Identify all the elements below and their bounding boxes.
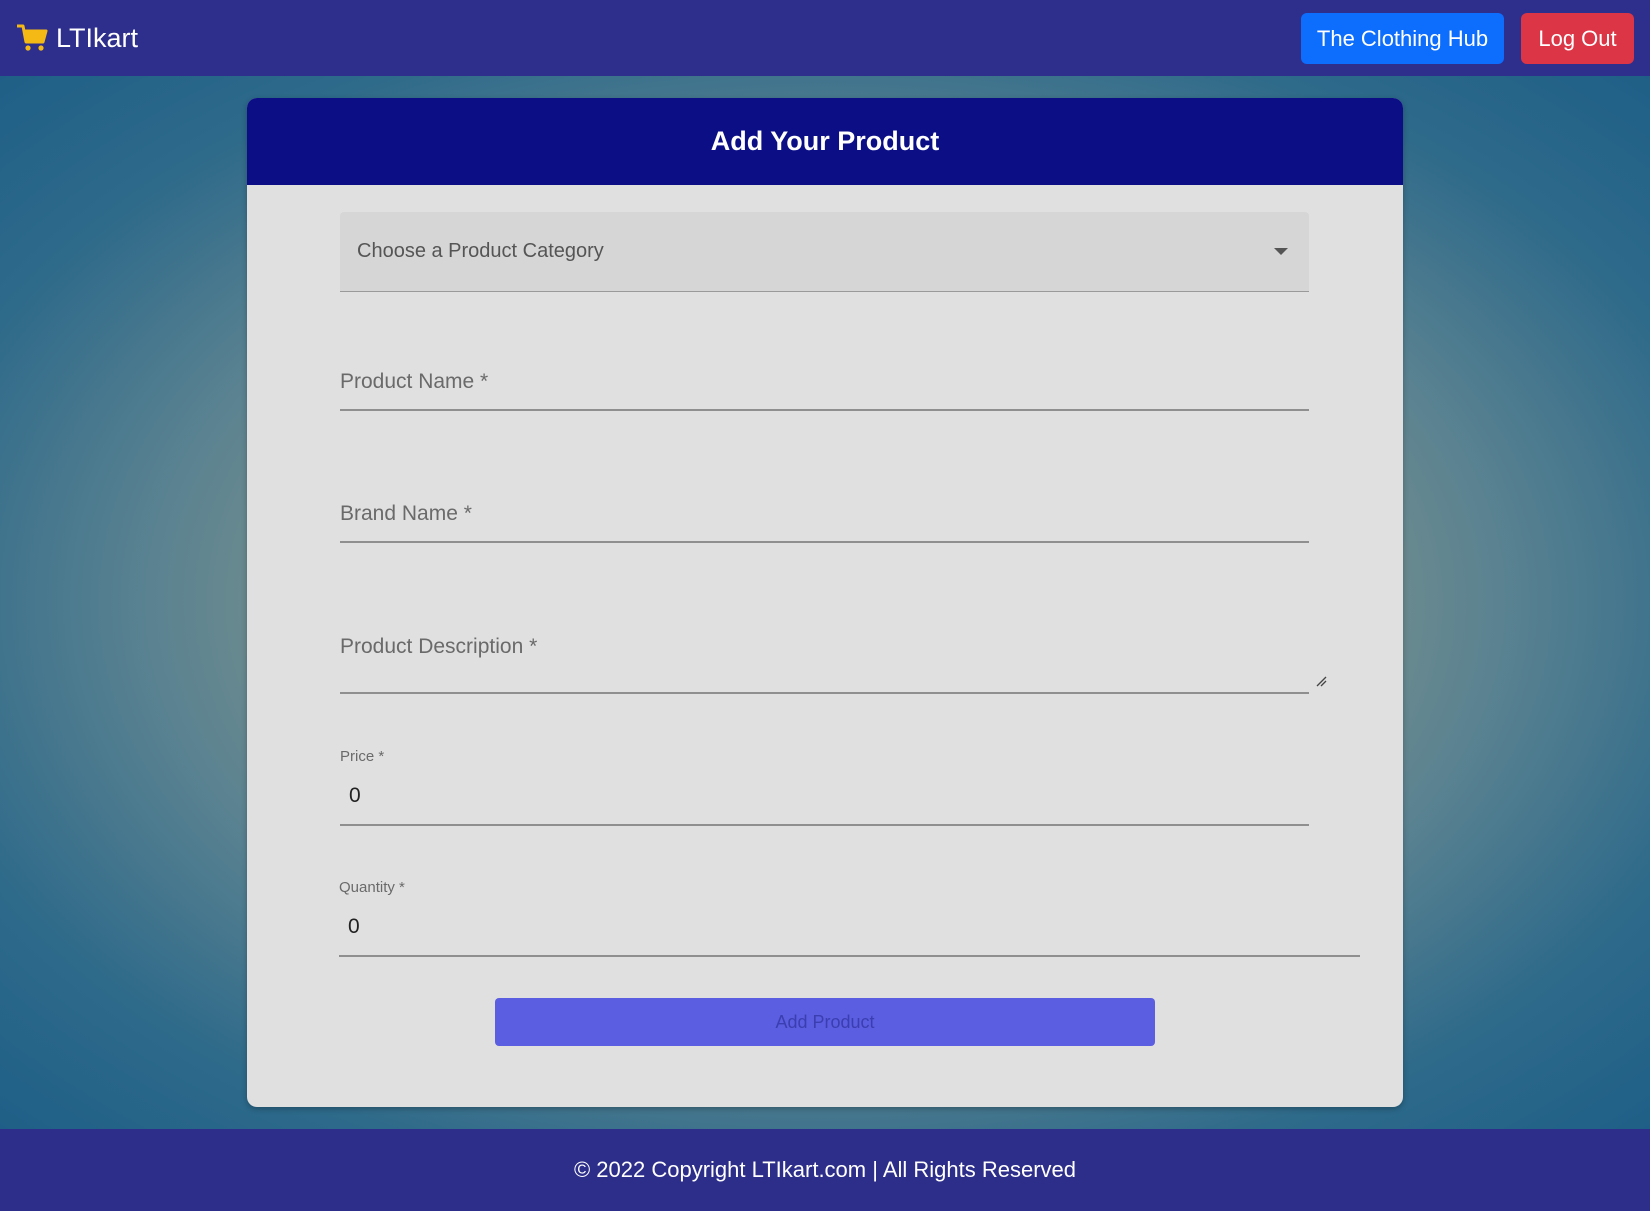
price-label: Price * <box>340 748 385 765</box>
shopping-cart-icon <box>17 24 48 51</box>
navbar: LTIkart The Clothing Hub Log Out <box>0 0 1650 76</box>
add-product-card: Add Your Product Choose a Product Catego… <box>247 98 1403 1107</box>
product-name-label: Product Name * <box>340 370 489 393</box>
quantity-input-value: 0 <box>348 915 360 938</box>
page-title: Add Your Product <box>710 126 940 156</box>
category-select-placeholder: Choose a Product Category <box>357 240 604 262</box>
logout-button[interactable]: Log Out <box>1521 13 1634 64</box>
footer: © 2022 Copyright LTIkart.com | All Right… <box>0 1129 1650 1211</box>
brand-name-label: Brand Name * <box>340 502 472 525</box>
quantity-label: Quantity * <box>339 879 405 896</box>
brand-name-field[interactable]: Brand Name * <box>340 490 1309 543</box>
category-select[interactable]: Choose a Product Category <box>340 212 1309 292</box>
chevron-down-icon <box>1274 248 1288 255</box>
resize-grip-icon[interactable] <box>1315 675 1327 687</box>
footer-copyright: © 2022 Copyright LTIkart.com | All Right… <box>573 1157 1077 1182</box>
brand-name: LTIkart <box>56 22 139 53</box>
main-content: Add Your Product Choose a Product Catego… <box>0 76 1650 1129</box>
product-description-label: Product Description * <box>340 635 538 658</box>
price-input-value: 0 <box>349 784 361 807</box>
price-field[interactable]: Price * 0 <box>340 745 1309 826</box>
quantity-field[interactable]: Quantity * 0 <box>339 876 1360 957</box>
card-header: Add Your Product <box>247 98 1403 185</box>
brand-link[interactable]: LTIkart <box>16 20 138 56</box>
add-product-button[interactable]: Add Product <box>495 998 1155 1046</box>
product-description-field[interactable]: Product Description * <box>340 621 1327 694</box>
clothing-hub-button[interactable]: The Clothing Hub <box>1301 13 1504 64</box>
product-name-field[interactable]: Product Name * <box>340 358 1309 411</box>
